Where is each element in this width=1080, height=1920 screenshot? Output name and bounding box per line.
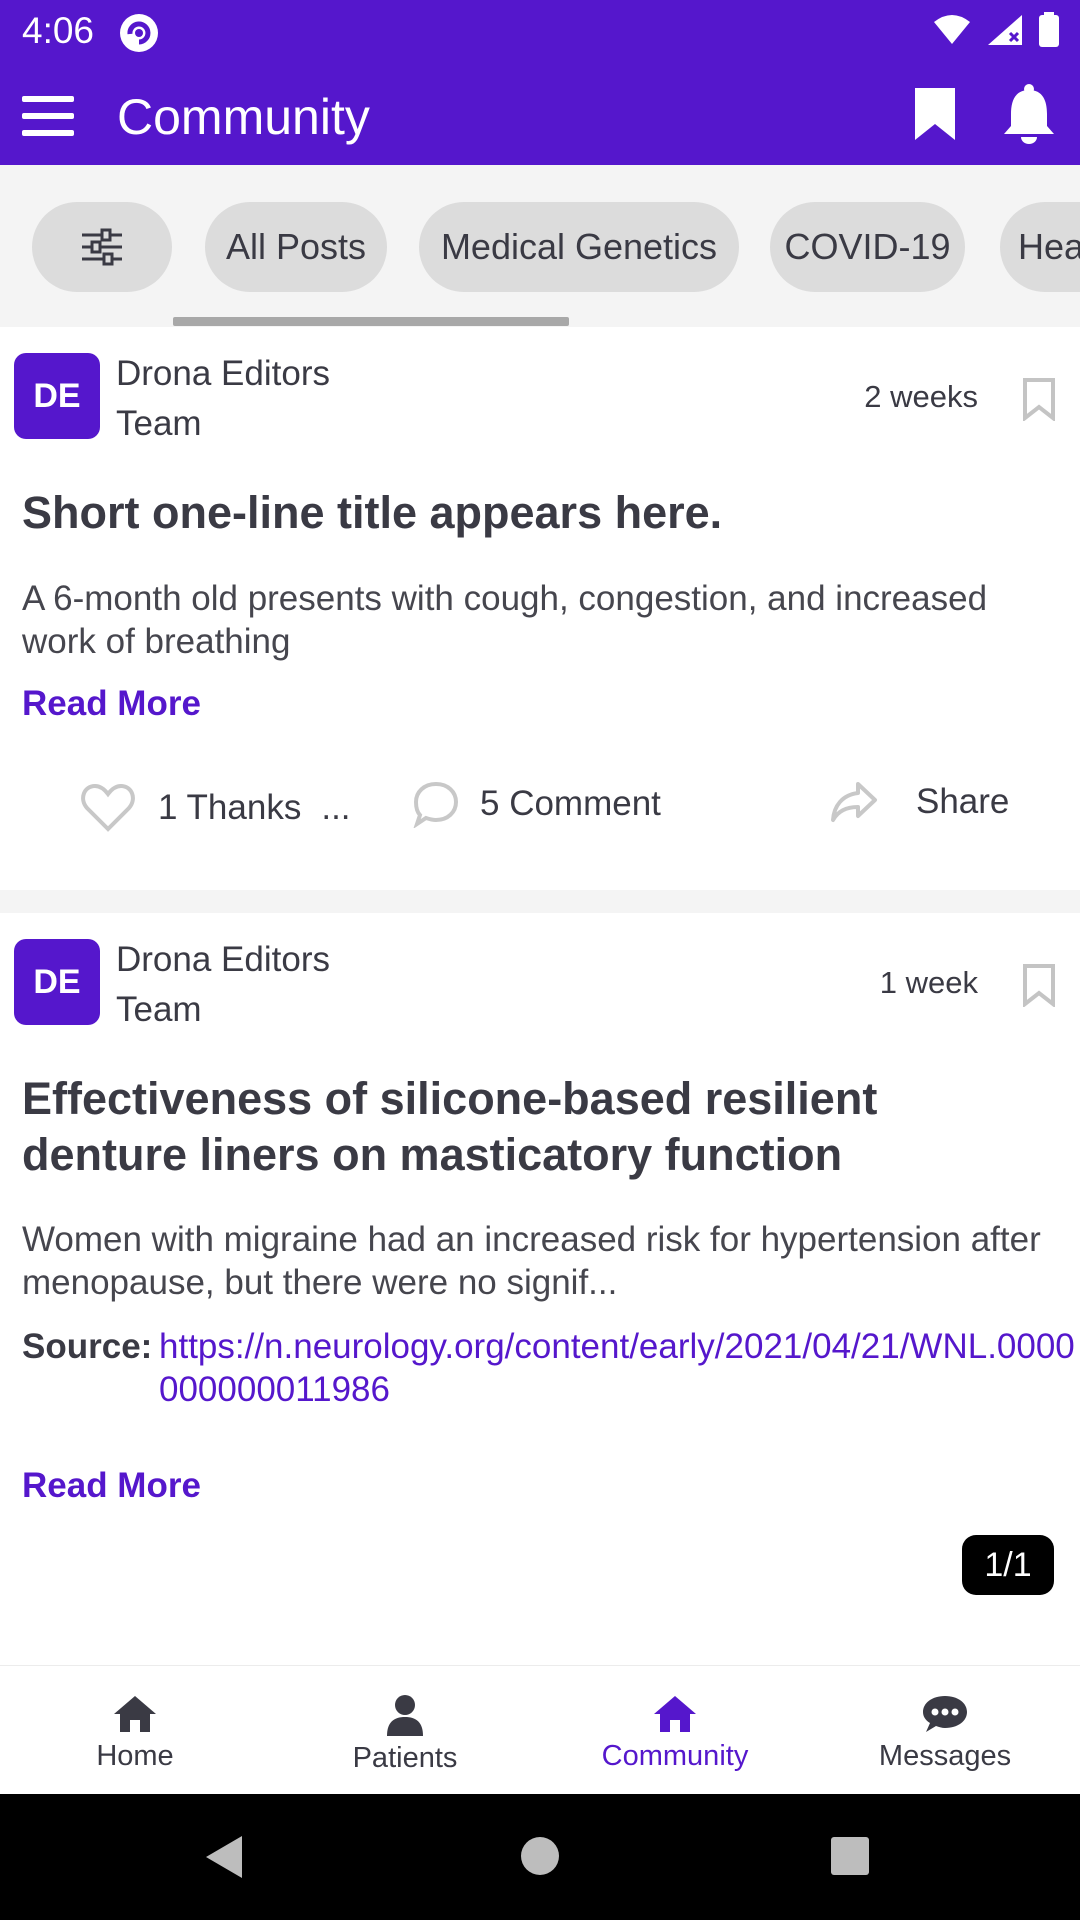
chat-bubble-icon [923,1696,967,1732]
wifi-icon [934,15,970,44]
avatar: DE [14,939,100,1025]
chip-health-partial[interactable]: Hea [1000,202,1080,292]
bottom-navigation: Home Patients Community Messages [0,1665,1080,1795]
author-line: Drona Editors [116,940,330,979]
comment-icon [413,781,459,828]
author-name: Drona Editors Team [116,935,456,1035]
author-line: Drona Editors [116,354,330,393]
app-bar: 4:06 Community [0,0,1080,165]
category-filter-strip: All Posts Medical Genetics COVID-19 Hea [0,165,1080,327]
nav-label: Home [96,1740,174,1772]
nav-community[interactable]: Community [540,1666,810,1795]
signal-icon [988,15,1022,45]
nav-patients[interactable]: Patients [270,1666,540,1795]
page-title: Community [117,89,370,145]
nav-messages[interactable]: Messages [810,1666,1080,1795]
source-link[interactable]: https://n.neurology.org/content/early/20… [159,1325,1079,1411]
chip-scroll-indicator [173,317,569,326]
comment-count: 5 Comment [480,784,661,823]
status-icons [932,12,1060,48]
post-title[interactable]: Short one-line title appears here. [22,485,1052,541]
sliders-icon [82,228,122,266]
nav-label: Patients [352,1742,458,1774]
post-title[interactable]: Effectiveness of silicone-based resilien… [22,1071,1052,1183]
community-home-icon [654,1696,696,1732]
nav-label: Messages [878,1740,1012,1772]
read-more-link[interactable]: Read More [22,1466,201,1506]
hamburger-menu-icon[interactable] [22,94,74,138]
share-icon [831,782,877,822]
chip-covid-19[interactable]: COVID-19 [770,202,965,292]
read-more-link[interactable]: Read More [22,684,201,724]
heart-icon [81,783,135,832]
app-notification-icon [120,14,158,52]
share-button[interactable]: Share [830,780,1009,824]
notification-bell-icon[interactable] [1000,84,1058,144]
nav-home[interactable]: Home [0,1666,270,1795]
post-divider [0,890,1080,913]
thanks-button[interactable]: 1 Thanks ... [80,783,351,833]
post-body: A 6-month old presents with cough, conge… [22,579,988,661]
avatar: DE [14,353,100,439]
comment-button[interactable]: 5 Comment [412,780,661,828]
system-navigation-bar [0,1794,1080,1920]
post-time: 2 weeks [864,379,978,414]
home-icon [114,1696,156,1732]
author-line: Team [116,990,202,1029]
home-circle-icon[interactable] [520,1836,560,1876]
post-card[interactable]: DE Drona Editors Team 1 week Effectivene… [0,913,1080,1665]
post-body: Women with migraine had an increased ris… [22,1220,1041,1302]
bookmark-icon[interactable] [1022,377,1056,421]
thanks-count: 1 Thanks [158,788,302,827]
battery-icon [1039,12,1059,47]
chip-all-posts[interactable]: All Posts [205,202,387,292]
filter-settings-button[interactable] [32,202,172,292]
source-label: Source: [22,1327,153,1366]
chip-medical-genetics[interactable]: Medical Genetics [419,202,739,292]
back-icon[interactable] [204,1834,244,1880]
share-label: Share [916,782,1010,821]
author-name: Drona Editors Team [116,349,456,449]
saved-bookmarks-icon[interactable] [913,86,957,142]
author-line: Team [116,404,202,443]
pagination-indicator: 1/1 [962,1535,1054,1595]
status-time: 4:06 [22,10,95,51]
post-card[interactable]: DE Drona Editors Team 2 weeks Short one-… [0,327,1080,890]
person-icon [387,1695,423,1736]
bookmark-icon[interactable] [1022,963,1056,1007]
thanks-more: ... [321,788,351,827]
nav-label: Community [601,1740,749,1772]
post-time: 1 week [879,965,978,1000]
recents-square-icon[interactable] [830,1836,870,1876]
